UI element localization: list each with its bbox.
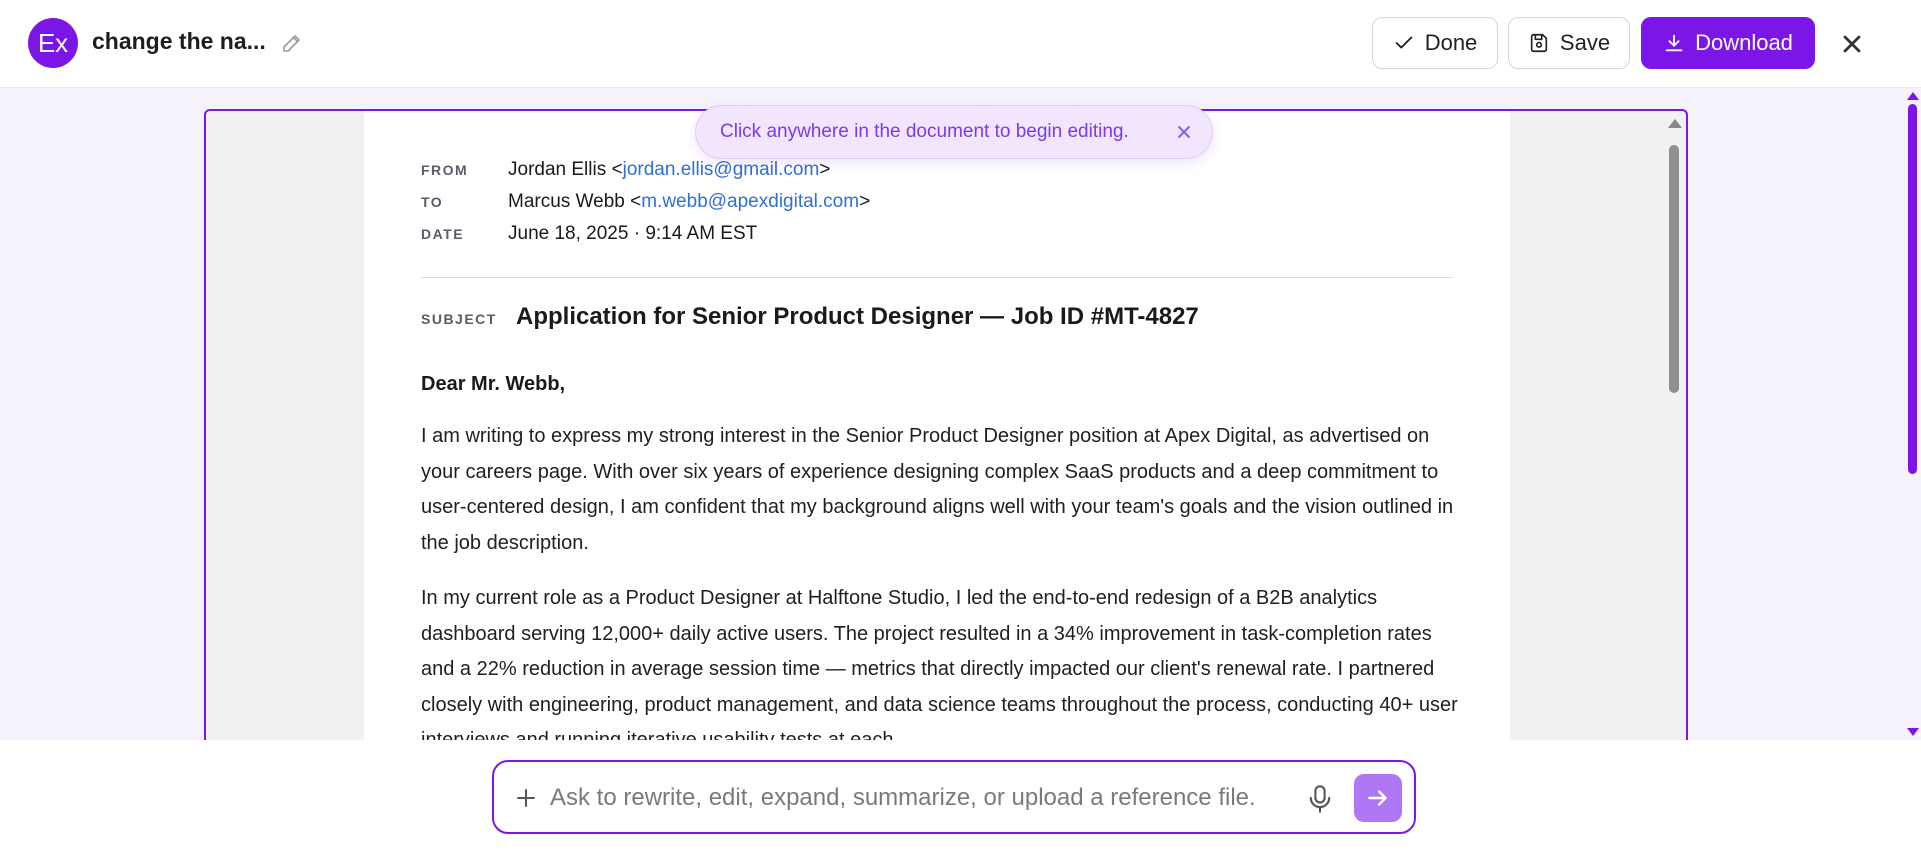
- document-frame[interactable]: FROM Jordan Ellis <jordan.ellis@gmail.co…: [204, 109, 1688, 749]
- from-name: Jordan Ellis <: [508, 159, 623, 180]
- done-button[interactable]: Done: [1372, 17, 1498, 69]
- scroll-thumb[interactable]: [1908, 104, 1917, 474]
- pencil-icon[interactable]: [280, 31, 304, 55]
- document-page[interactable]: FROM Jordan Ellis <jordan.ellis@gmail.co…: [364, 111, 1510, 749]
- save-label: Save: [1559, 30, 1611, 55]
- microphone-icon[interactable]: [1306, 784, 1334, 814]
- to-name: Marcus Webb <: [508, 191, 642, 212]
- download-label: Download: [1695, 30, 1793, 55]
- toast-message: Click anywhere in the document to begin …: [720, 121, 1129, 142]
- prompt-input[interactable]: [550, 780, 1290, 816]
- scroll-thumb[interactable]: [1669, 145, 1679, 393]
- scrollbar-track-bottom: [1904, 740, 1921, 852]
- from-value: Jordan Ellis <jordan.ellis@gmail.com>: [508, 159, 830, 181]
- to-email-link[interactable]: m.webb@apexdigital.com: [641, 191, 859, 212]
- prompt-composer: [492, 760, 1416, 834]
- to-close: >: [859, 191, 871, 212]
- done-label: Done: [1424, 30, 1478, 55]
- send-button[interactable]: [1354, 774, 1402, 822]
- document-scrollbar[interactable]: [1666, 119, 1682, 749]
- from-label: FROM: [421, 162, 469, 178]
- from-email-link[interactable]: jordan.ellis@gmail.com: [623, 159, 820, 180]
- download-button[interactable]: Download: [1641, 17, 1815, 69]
- from-row: FROM Jordan Ellis <jordan.ellis@gmail.co…: [421, 159, 830, 181]
- subject-label: SUBJECT: [421, 311, 497, 327]
- scroll-down-arrow[interactable]: [1907, 728, 1919, 736]
- date-row: DATE June 18, 2025 · 9:14 AM EST: [421, 223, 757, 245]
- top-bar: Ex change the na... Done Save Download: [0, 0, 1921, 88]
- close-icon[interactable]: [1176, 124, 1192, 140]
- check-icon: [1395, 36, 1412, 49]
- editing-hint-toast: Click anywhere in the document to begin …: [695, 105, 1213, 159]
- arrow-right-icon: [1368, 790, 1387, 806]
- scroll-up-arrow[interactable]: [1907, 92, 1919, 100]
- document-title[interactable]: change the na...: [92, 28, 266, 55]
- composer-bar: [0, 740, 1904, 852]
- subject-text: Application for Senior Product Designer …: [516, 303, 1199, 330]
- from-close: >: [819, 159, 831, 180]
- close-icon[interactable]: [1838, 30, 1866, 58]
- editor-workspace: FROM Jordan Ellis <jordan.ellis@gmail.co…: [0, 88, 1904, 749]
- download-icon: [1665, 34, 1683, 52]
- avatar[interactable]: Ex: [28, 18, 78, 68]
- date-label: DATE: [421, 226, 465, 242]
- body-paragraph: In my current role as a Product Designer…: [421, 587, 1458, 749]
- save-button[interactable]: Save: [1508, 17, 1630, 69]
- body-paragraph: I am writing to express my strong intere…: [421, 425, 1454, 554]
- save-icon: [1530, 33, 1548, 53]
- page-scrollbar[interactable]: [1904, 88, 1921, 740]
- plus-icon[interactable]: [514, 786, 538, 810]
- date-value: June 18, 2025 · 9:14 AM EST: [508, 223, 758, 244]
- header-divider: [421, 277, 1453, 278]
- to-row: TO Marcus Webb <m.webb@apexdigital.com>: [421, 191, 870, 213]
- scroll-up-arrow[interactable]: [1668, 119, 1682, 128]
- subject-row: SUBJECT Application for Senior Product D…: [421, 303, 1199, 331]
- to-value: Marcus Webb <m.webb@apexdigital.com>: [508, 191, 870, 213]
- to-label: TO: [421, 194, 444, 210]
- greeting: Dear Mr. Webb,: [421, 373, 566, 395]
